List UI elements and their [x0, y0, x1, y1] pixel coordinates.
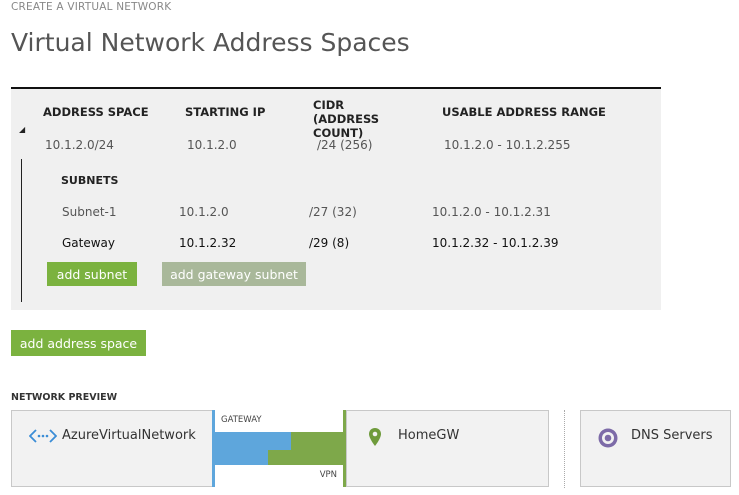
gateway-connection: GATEWAY VPN	[212, 410, 346, 487]
local-network-name: HomeGW	[398, 428, 460, 443]
collapse-toggle-icon[interactable]: ◢	[19, 125, 25, 134]
subnet-group-line	[21, 159, 22, 302]
header-usable-range: USABLE ADDRESS RANGE	[442, 105, 606, 119]
subnet-name[interactable]: Subnet-1	[62, 205, 117, 219]
subnet-cidr[interactable]: /27 (32)	[309, 205, 357, 219]
subnets-label: SUBNETS	[61, 174, 119, 187]
subnet-name: Gateway	[62, 236, 116, 250]
header-cidr: CIDR (ADDRESS COUNT)	[313, 98, 380, 140]
virtual-network-name: AzureVirtualNetwork	[62, 428, 196, 443]
header-starting-ip: STARTING IP	[185, 105, 266, 119]
gateway-bar-top	[212, 432, 291, 450]
dns-servers-card[interactable]: DNS Servers	[580, 410, 731, 487]
vpn-bar-top	[291, 432, 346, 450]
subnet-starting-ip[interactable]: 10.1.2.32	[179, 236, 236, 250]
location-pin-icon	[369, 428, 381, 446]
add-address-space-button[interactable]: add address space	[11, 330, 146, 356]
preview-divider	[564, 410, 566, 488]
subnet-starting-ip[interactable]: 10.1.2.0	[179, 205, 229, 219]
address-space-cidr[interactable]: /24 (256)	[317, 138, 372, 152]
gateway-label: GATEWAY	[221, 415, 262, 425]
network-preview-label: NETWORK PREVIEW	[11, 392, 118, 403]
gateway-bar-bottom	[212, 450, 268, 465]
local-network-card[interactable]: HomeGW	[346, 410, 549, 487]
address-space-usable-range: 10.1.2.0 - 10.1.2.255	[444, 138, 571, 152]
subnet-usable-range: 10.1.2.0 - 10.1.2.31	[432, 205, 551, 219]
address-space-starting-ip[interactable]: 10.1.2.0	[187, 138, 237, 152]
add-subnet-button[interactable]: add subnet	[47, 262, 137, 286]
header-address-space: ADDRESS SPACE	[43, 105, 149, 119]
page-title: Virtual Network Address Spaces	[11, 28, 410, 57]
vpn-bar-bottom	[268, 450, 346, 465]
dns-servers-label: DNS Servers	[631, 428, 713, 443]
subnet-usable-range: 10.1.2.32 - 10.1.2.39	[432, 236, 559, 250]
dns-server-icon	[598, 428, 618, 448]
virtual-network-card[interactable]: AzureVirtualNetwork	[11, 410, 214, 487]
subnet-cidr[interactable]: /29 (8)	[309, 236, 349, 250]
breadcrumb: CREATE A VIRTUAL NETWORK	[11, 1, 172, 13]
vpn-label: VPN	[319, 470, 337, 480]
virtual-network-icon	[29, 429, 57, 443]
add-gateway-subnet-button[interactable]: add gateway subnet	[162, 262, 306, 286]
address-space-value[interactable]: 10.1.2.0/24	[45, 138, 114, 152]
address-space-panel: ADDRESS SPACE STARTING IP CIDR (ADDRESS …	[11, 87, 661, 310]
